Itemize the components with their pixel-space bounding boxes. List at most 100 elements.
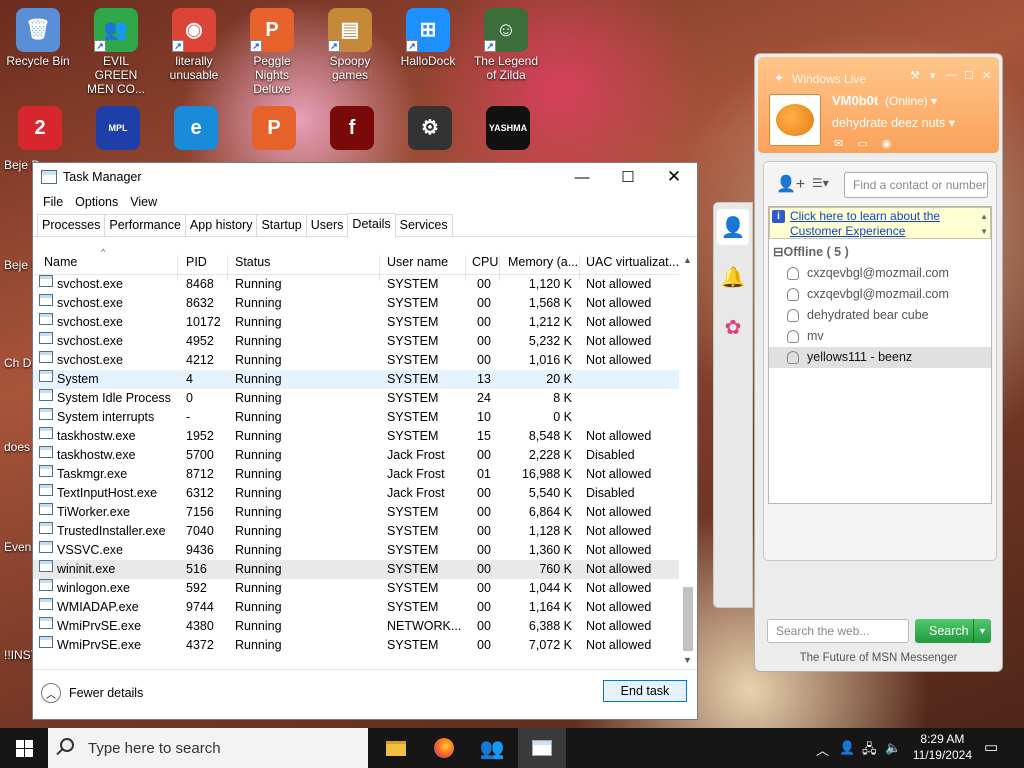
scroll-down-icon[interactable]: ▼ — [683, 655, 692, 665]
col-user-name[interactable]: User name — [387, 255, 448, 269]
table-row[interactable]: TextInputHost.exe 6312 Running Jack Frost 00… — [33, 484, 679, 503]
desktop-icon-3[interactable]: P ↗ Peggle Nights Deluxe — [237, 8, 307, 96]
table-row[interactable]: svchost.exe 8632 Running SYSTEM 00 1,568 K Not… — [33, 294, 679, 313]
personal-message[interactable]: dehydrate deez nuts ▾ — [832, 115, 955, 130]
col-uac-virtualization[interactable]: UAC virtualizat... — [586, 255, 679, 269]
tab-startup[interactable]: Startup — [256, 214, 307, 236]
desktop-icon-5[interactable]: ⊞ ↗ HalloDock — [393, 8, 463, 68]
desktop-icon-row2-1[interactable]: MPL — [83, 106, 153, 152]
contact-item[interactable]: yellows111 - beenz — [769, 347, 991, 368]
scrollbar-thumb[interactable] — [683, 587, 693, 651]
col-name[interactable]: Name — [44, 255, 77, 269]
table-row[interactable]: svchost.exe 4952 Running SYSTEM 00 5,232 K Not… — [33, 332, 679, 351]
contact-item[interactable]: cxzqevbgl@mozmail.com — [769, 263, 991, 284]
tab-processes[interactable]: Processes — [37, 214, 106, 236]
table-row[interactable]: TrustedInstaller.exe 7040 Running SYSTEM 00 1… — [33, 522, 679, 541]
avatar[interactable] — [769, 94, 821, 146]
volume-icon[interactable]: 🔈 — [885, 740, 901, 756]
menu-view[interactable]: View — [124, 195, 163, 209]
col-pid[interactable]: PID — [186, 255, 207, 269]
web-search-input[interactable]: Search the web... — [767, 619, 909, 643]
table-row[interactable]: WmiPrvSE.exe 4380 Running NETWORK... 00 6,388… — [33, 617, 679, 636]
desktop-icon-row2-3[interactable]: P — [239, 106, 309, 152]
maximize-button[interactable]: ☐ — [605, 163, 651, 191]
contact-item[interactable]: cxzqevbgl@mozmail.com — [769, 284, 991, 305]
flowers-tab-icon[interactable]: ✿ — [717, 309, 749, 345]
messenger-tray-icon[interactable]: 👤 — [839, 740, 855, 756]
offline-group-header[interactable]: ⊟Offline ( 5 ) — [773, 244, 849, 259]
table-row[interactable]: svchost.exe 8468 Running SYSTEM 00 1,120 K Not… — [33, 275, 679, 294]
scroll-arrows-icon[interactable]: ▲ ▼ — [980, 209, 988, 239]
desktop-icon-row2-6[interactable]: YASHMA — [473, 106, 543, 152]
table-row[interactable]: System 4 Running SYSTEM 13 20 K — [33, 370, 679, 389]
col-cpu[interactable]: CPU — [472, 255, 498, 269]
tab-app-history[interactable]: App history — [184, 214, 258, 236]
col-memory[interactable]: Memory (a... — [508, 255, 578, 269]
file-explorer-icon[interactable] — [372, 728, 420, 768]
minimize-button[interactable]: — — [559, 163, 605, 191]
close-button[interactable]: ✕ — [651, 163, 697, 191]
globe-icon[interactable]: ◉ — [882, 138, 906, 150]
table-row[interactable]: svchost.exe 4212 Running SYSTEM 00 1,016 K Not… — [33, 351, 679, 370]
firefox-icon[interactable] — [420, 728, 468, 768]
desktop-icon-row2-0[interactable]: 2 — [5, 106, 75, 152]
end-task-button[interactable]: End task — [603, 680, 687, 702]
menu-file[interactable]: File — [37, 195, 69, 209]
start-button[interactable] — [0, 728, 48, 768]
display-name[interactable]: VM0b0t — [832, 93, 878, 108]
tab-performance[interactable]: Performance — [104, 214, 186, 236]
find-contact-input[interactable]: Find a contact or number — [844, 172, 988, 198]
maximize-button[interactable]: ☐ — [964, 69, 974, 82]
chevron-up-icon[interactable]: ︿ — [816, 740, 829, 759]
folder-icon[interactable]: ▭ — [857, 138, 881, 150]
list-options-icon[interactable]: ☰▾ — [812, 176, 829, 190]
desktop-icon-row2-4[interactable]: f — [317, 106, 387, 152]
search-button[interactable]: Search ▼ — [915, 619, 991, 643]
mail-icon[interactable]: ✉ — [834, 138, 857, 150]
add-contact-icon[interactable]: 👤+ — [776, 174, 805, 194]
table-row[interactable]: taskhostw.exe 1952 Running SYSTEM 15 8,548 K N… — [33, 427, 679, 446]
desktop-icon-2[interactable]: ◉ ↗ literally unusable — [159, 8, 229, 82]
table-row[interactable]: System interrupts - Running SYSTEM 10 0 K — [33, 408, 679, 427]
contact-item[interactable]: mv — [769, 326, 991, 347]
tab-users[interactable]: Users — [305, 214, 349, 236]
table-row[interactable]: wininit.exe 516 Running SYSTEM 00 760 K Not al… — [33, 560, 679, 579]
table-row[interactable]: TiWorker.exe 7156 Running SYSTEM 00 6,864 K No… — [33, 503, 679, 522]
clock[interactable]: 8:29 AM 11/19/2024 — [913, 731, 972, 763]
desktop-icon-6[interactable]: ☺ ↗ The Legend of Zilda — [471, 8, 541, 82]
table-row[interactable]: WMIADAP.exe 9744 Running SYSTEM 00 1,164 K Not… — [33, 598, 679, 617]
contact-item[interactable]: dehydrated bear cube — [769, 305, 991, 326]
menu-options[interactable]: Options — [69, 195, 124, 209]
table-row[interactable]: WmiPrvSE.exe 4372 Running SYSTEM 00 7,072 K No… — [33, 636, 679, 655]
scroll-up-icon[interactable]: ▲ — [683, 255, 692, 265]
close-button[interactable]: ✕ — [982, 69, 991, 82]
search-dropdown-icon[interactable]: ▼ — [973, 619, 991, 643]
desktop-icon-0[interactable]: 🗑 Recycle Bin — [3, 8, 73, 68]
table-row[interactable]: svchost.exe 10172 Running SYSTEM 00 1,212 K No… — [33, 313, 679, 332]
menu-dropdown-icon[interactable]: ▾ — [930, 69, 936, 82]
vertical-scrollbar[interactable]: ▲ ▼ — [681, 251, 695, 671]
desktop-icon-4[interactable]: ▤ ↗ Spoopy games — [315, 8, 385, 82]
table-row[interactable]: winlogon.exe 592 Running SYSTEM 00 1,044 K Not… — [33, 579, 679, 598]
table-row[interactable]: Taskmgr.exe 8712 Running Jack Frost 01 16,988… — [33, 465, 679, 484]
notifications-icon[interactable]: ▭ — [984, 738, 998, 756]
network-icon[interactable]: 🖧 — [862, 740, 877, 762]
customer-experience-link[interactable]: i Click here to learn about the Customer… — [769, 207, 991, 239]
desktop-icon-row2-5[interactable]: ⚙ — [395, 106, 465, 152]
tools-icon[interactable]: ⚒ — [910, 69, 920, 82]
tab-services[interactable]: Services — [394, 214, 453, 236]
msn-messenger-icon[interactable]: 👥 — [468, 728, 516, 768]
task-manager-taskbar-icon[interactable] — [518, 728, 566, 768]
table-row[interactable]: taskhostw.exe 5700 Running Jack Frost 00 2,22… — [33, 446, 679, 465]
bell-tab-icon[interactable]: 🔔 — [717, 259, 749, 295]
minimize-button[interactable]: — — [946, 69, 957, 81]
table-row[interactable]: VSSVC.exe 9436 Running SYSTEM 00 1,360 K Not a… — [33, 541, 679, 560]
contacts-tab-icon[interactable]: 👤 — [717, 209, 749, 245]
fewer-details-button[interactable]: ︿ Fewer details — [41, 683, 143, 703]
tab-details[interactable]: Details — [347, 213, 396, 237]
table-row[interactable]: System Idle Process 0 Running SYSTEM 24 8 K — [33, 389, 679, 408]
taskbar-search-box[interactable]: Type here to search — [48, 728, 368, 768]
desktop-icon-1[interactable]: 👥 ↗ EVIL GREEN MEN CO... — [81, 8, 151, 96]
status-selector[interactable]: (Online) ▾ — [885, 94, 937, 108]
col-status[interactable]: Status — [235, 255, 270, 269]
